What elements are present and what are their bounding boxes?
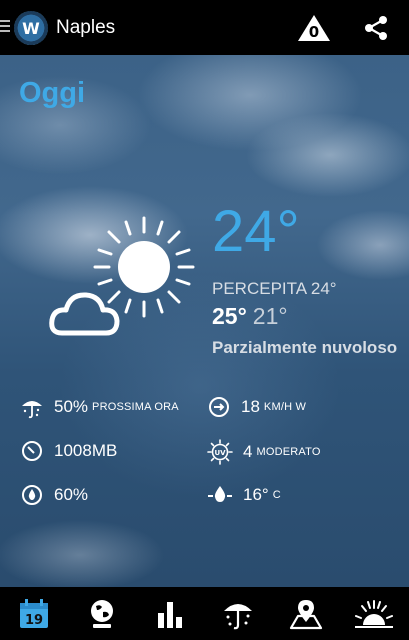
pressure-stat: 1008MB [20, 439, 117, 463]
menu-icon[interactable] [0, 20, 12, 34]
uv-label: MODERATO [256, 446, 321, 458]
pressure-value: 1008MB [54, 441, 118, 460]
gauge-icon [22, 441, 42, 461]
uv-sun-icon: UV [207, 439, 233, 465]
humidity-drop-icon [22, 485, 42, 505]
top-bar: W Naples 0 [0, 0, 409, 55]
temp-min: 21° [252, 303, 288, 329]
umbrella-rain-icon [22, 401, 42, 419]
weather-main-panel[interactable]: Oggi 24° PERCEPITA 24° 25° 21° Parzialme… [0, 55, 409, 587]
bottom-nav: 19 [0, 587, 409, 640]
uv-stat: UV 4 MODERATO [207, 439, 321, 465]
calendar-day: 19 [25, 613, 43, 628]
wind-unit: KM/H W [263, 401, 307, 413]
map-pin-icon [289, 599, 323, 629]
dewpoint-unit: C [272, 489, 281, 501]
svg-text:UV: UV [214, 449, 226, 457]
rain-umbrella-icon [224, 603, 252, 629]
weather-condition: Parzialmente nuvoloso [212, 338, 398, 357]
calendar-icon: 19 [20, 598, 48, 628]
humidity-value: 60% [54, 485, 89, 504]
temp-max: 25° [212, 303, 247, 329]
nav-charts[interactable] [136, 587, 204, 640]
nav-precipitation[interactable] [204, 587, 272, 640]
wind-value: 18 [241, 397, 260, 416]
city-title[interactable]: Naples [56, 17, 115, 39]
globe-icon [91, 599, 113, 628]
share-icon[interactable] [362, 15, 390, 41]
feels-like-temperature: PERCEPITA 24° [212, 279, 337, 298]
precipitation-value: 50% [54, 397, 89, 416]
alert-warning-icon[interactable]: 0 [296, 13, 332, 43]
dewpoint-stat: 16° C [207, 483, 281, 507]
nav-globe[interactable] [68, 587, 136, 640]
day-title: Oggi [19, 77, 86, 109]
nav-map[interactable] [272, 587, 340, 640]
dewpoint-icon [208, 486, 232, 502]
partly-cloudy-icon [48, 210, 198, 340]
wind-stat: 18 KM/H W [207, 395, 306, 419]
humidity-stat: 60% [20, 483, 88, 507]
nav-today[interactable]: 19 [0, 587, 68, 640]
sunrise-icon [355, 599, 393, 628]
temperature-range: 25° 21° [212, 303, 288, 330]
dewpoint-value: 16° [243, 485, 269, 504]
precipitation-stat: 50% PROSSIMA ORA [20, 395, 179, 419]
app-logo[interactable]: W [14, 11, 48, 45]
alert-count: 0 [308, 23, 320, 41]
wind-icon [209, 397, 229, 417]
nav-sun[interactable] [340, 587, 408, 640]
bar-chart-icon [158, 601, 182, 628]
uv-value: 4 [243, 442, 253, 461]
current-temperature: 24° [212, 199, 300, 264]
precipitation-label: PROSSIMA ORA [92, 401, 179, 413]
